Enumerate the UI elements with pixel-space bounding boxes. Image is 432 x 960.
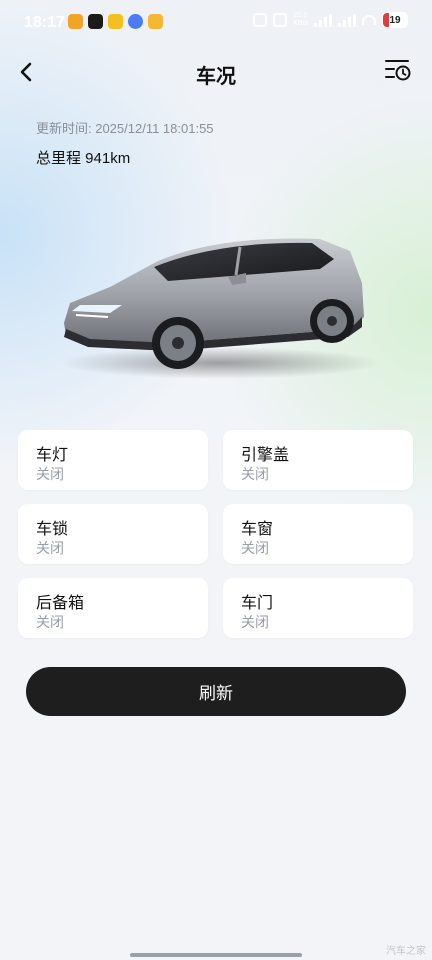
refresh-button[interactable]: 刷新 <box>26 667 406 716</box>
status-label: 车门 <box>241 595 274 612</box>
history-list-icon <box>385 60 411 81</box>
status-value: 关闭 <box>36 614 64 630</box>
signal-icon <box>314 13 332 27</box>
home-indicator[interactable] <box>130 953 302 957</box>
car-illustration <box>60 238 380 379</box>
mail-icon <box>88 14 103 29</box>
signal-2-icon <box>338 13 356 27</box>
battery-icon: 19 <box>382 12 408 28</box>
system-icons: 20.0 KB/s 19 <box>253 12 408 28</box>
car-image <box>50 225 380 385</box>
status-value: 关闭 <box>36 540 64 556</box>
network-speed: 20.0 KB/s <box>293 12 308 28</box>
page-title: 车况 <box>196 66 236 88</box>
status-label: 车灯 <box>36 447 69 464</box>
status-card-windows: 车窗 关闭 <box>223 504 413 564</box>
status-card-trunk: 后备箱 关闭 <box>18 578 208 638</box>
status-card-lock: 车锁 关闭 <box>18 504 208 564</box>
browser-icon <box>128 14 143 29</box>
status-label: 车锁 <box>36 521 69 538</box>
update-time: 更新时间: 2025/12/11 18:01:55 <box>36 121 214 136</box>
watermark: 汽车之家 <box>386 946 426 957</box>
network-speed-unit: KB/s <box>293 20 308 27</box>
status-value: 关闭 <box>241 466 269 482</box>
vibrate-icon <box>273 13 288 27</box>
status-value: 关闭 <box>241 540 269 556</box>
status-card-doors: 车门 关闭 <box>223 578 413 638</box>
status-card-hood: 引擎盖 关闭 <box>223 430 413 490</box>
status-time: 18:17 <box>24 14 65 31</box>
status-label: 后备箱 <box>36 595 85 612</box>
status-label: 引擎盖 <box>241 447 290 464</box>
status-value: 关闭 <box>36 466 64 482</box>
total-mileage: 总里程 941km <box>36 150 131 167</box>
app-orange-icon <box>68 14 83 29</box>
status-card-lights: 车灯 关闭 <box>18 430 208 490</box>
status-value: 关闭 <box>241 614 269 630</box>
notification-icons <box>68 14 163 29</box>
history-button[interactable] <box>384 56 412 84</box>
wifi-icon <box>362 15 376 25</box>
battery-level: 19 <box>389 14 401 26</box>
email-icon <box>148 14 163 29</box>
header: 车况 <box>0 50 432 94</box>
status-bar: 18:17 20.0 KB/s 19 <box>0 0 432 44</box>
status-label: 车窗 <box>241 521 274 538</box>
network-speed-value: 20.0 <box>293 12 308 19</box>
alarm-icon <box>253 13 268 27</box>
app-yellow-icon <box>108 14 123 29</box>
